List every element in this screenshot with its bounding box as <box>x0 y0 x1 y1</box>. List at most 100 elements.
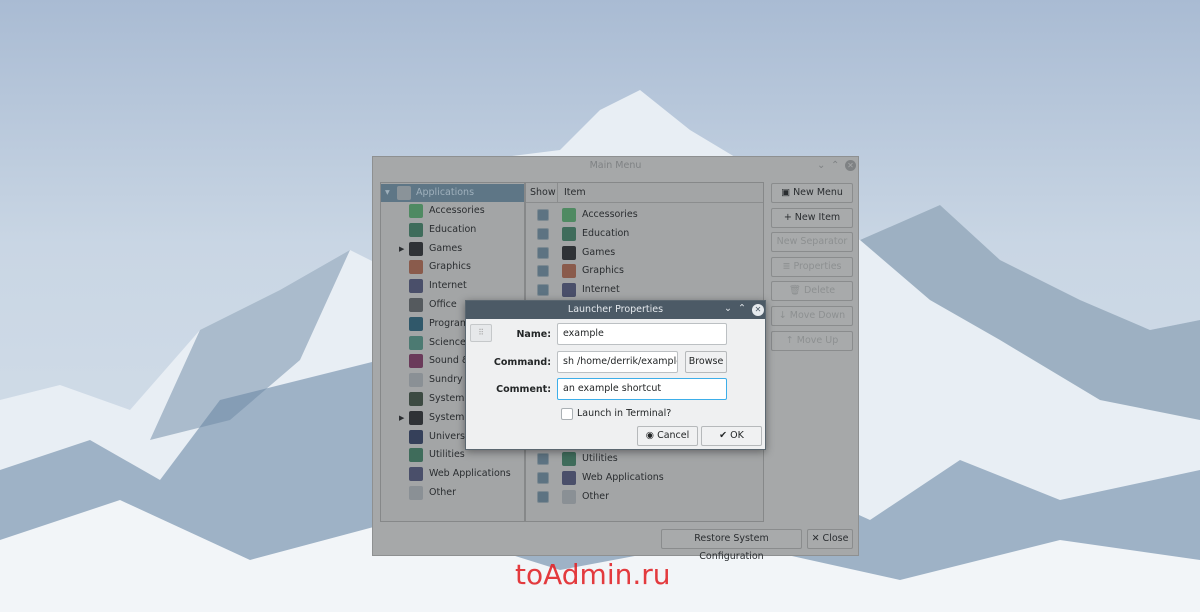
list-item[interactable]: Graphics <box>526 262 763 280</box>
minimize-button[interactable]: ⌄ <box>817 160 825 171</box>
new-menu-button[interactable]: ▣ New Menu <box>771 183 853 203</box>
tree-item[interactable]: Other <box>381 484 524 502</box>
play-icon <box>409 354 423 369</box>
browse-button[interactable]: Browse <box>685 351 727 373</box>
list-item-label: Utilities <box>582 453 618 464</box>
list-item-label: Graphics <box>582 265 624 277</box>
list-item-label: Accessories <box>582 209 638 220</box>
minimize-button[interactable]: ⌄ <box>724 303 732 314</box>
launcher-properties-dialog: Launcher Properties ⌄ ⌃ ✕ ⠿ Name: exampl… <box>465 300 766 450</box>
show-checkbox[interactable] <box>537 471 549 484</box>
category-icon <box>562 264 576 279</box>
tree-item-label: Science <box>429 336 466 348</box>
dialog-title: Launcher Properties <box>466 301 765 319</box>
category-icon <box>562 452 576 466</box>
move-down-button[interactable]: ↓ Move Down <box>771 306 853 326</box>
new-item-button[interactable]: + New Item <box>771 207 853 228</box>
list-item-label: Education <box>582 227 630 239</box>
cog-icon <box>409 410 423 425</box>
close-button[interactable]: ✕ Close <box>807 529 853 549</box>
comment-input[interactable]: an example shortcut <box>557 378 727 400</box>
list-item[interactable]: Other <box>526 488 763 506</box>
list-item[interactable]: Utilities <box>526 450 763 468</box>
close-window-button[interactable]: ✕ <box>845 160 856 171</box>
tree-item-label: Web Applications <box>429 468 511 480</box>
cancel-button[interactable]: ◉ Cancel <box>637 426 698 446</box>
folder-download-icon <box>409 486 423 500</box>
tree-item-label: Applications <box>416 187 475 198</box>
tree-item[interactable]: Internet <box>381 277 524 295</box>
list-item[interactable]: Education <box>526 225 763 243</box>
tree-item[interactable]: Accessories <box>381 202 524 220</box>
atom-icon <box>409 335 423 350</box>
compass-icon <box>409 467 423 482</box>
expand-arrow-icon[interactable]: ▶ <box>399 409 404 427</box>
category-icon <box>562 283 576 298</box>
category-icon <box>562 489 576 504</box>
maximize-button[interactable]: ⌃ <box>831 160 839 171</box>
show-checkbox[interactable] <box>537 265 549 278</box>
tree-item-label: Graphics <box>429 261 471 273</box>
restore-system-configuration-button[interactable]: Restore System Configuration <box>661 529 802 562</box>
compass-icon <box>409 279 423 294</box>
column-item[interactable]: Item <box>557 183 586 203</box>
ok-button[interactable]: ✔ OK <box>701 426 762 446</box>
watermark: toAdmin.ru <box>515 558 671 591</box>
launch-in-terminal-label: Launch in Terminal? <box>577 408 672 419</box>
utilities-icon <box>409 448 423 463</box>
document-icon <box>409 298 423 312</box>
tree-item[interactable]: ▶ Games <box>381 240 524 258</box>
tree-item-applications[interactable]: ▾ Applications <box>381 184 524 202</box>
show-checkbox[interactable] <box>537 227 549 240</box>
show-checkbox[interactable] <box>537 246 549 259</box>
arrow-down-icon: ↓ <box>778 310 790 321</box>
maximize-button[interactable]: ⌃ <box>738 303 746 314</box>
category-icon <box>562 245 576 260</box>
category-icon <box>562 226 576 241</box>
tree-item-label: Sundry <box>429 374 463 386</box>
show-checkbox[interactable] <box>537 209 549 221</box>
gear-circle-icon <box>409 316 423 331</box>
tree-item-label: Office <box>429 299 457 310</box>
close-dialog-button[interactable]: ✕ <box>752 304 764 316</box>
accessories-icon <box>409 204 423 218</box>
tree-item-label: Internet <box>429 280 467 292</box>
list-item[interactable]: Web Applications <box>526 469 763 487</box>
arrow-up-icon: ↑ <box>785 334 797 346</box>
launch-in-terminal-checkbox[interactable] <box>561 408 573 420</box>
name-input[interactable]: example <box>557 323 727 345</box>
window-title: Main Menu <box>589 160 642 171</box>
properties-button[interactable]: ≣ Properties <box>771 256 853 277</box>
tree-item-label: Utilities <box>429 449 465 461</box>
check-icon: ✔ <box>719 430 731 441</box>
category-icon <box>562 208 576 222</box>
column-show[interactable]: Show <box>530 187 556 198</box>
applications-folder-icon <box>397 186 411 200</box>
list-item[interactable]: Accessories <box>526 206 763 224</box>
command-label: Command: <box>493 357 551 368</box>
list-item[interactable]: Games <box>526 244 763 262</box>
show-checkbox[interactable] <box>537 453 549 465</box>
new-separator-button[interactable]: New Separator <box>771 232 853 253</box>
plus-icon: + <box>783 211 795 223</box>
tree-item-label: Other <box>429 487 456 498</box>
trash-icon: 🗑 <box>788 285 804 297</box>
expand-arrow-icon[interactable]: ▶ <box>399 240 404 258</box>
expand-arrow-icon[interactable]: ▾ <box>385 184 390 202</box>
move-up-button[interactable]: ↑ Move Up <box>771 330 853 351</box>
list-item[interactable]: Internet <box>526 281 763 299</box>
tree-item[interactable]: Web Applications <box>381 465 524 483</box>
settings-icon <box>409 392 423 406</box>
show-checkbox[interactable] <box>537 284 549 297</box>
tree-item-label: Education <box>429 223 477 235</box>
list-icon: ≣ <box>782 260 794 272</box>
show-checkbox[interactable] <box>537 490 549 503</box>
tree-item[interactable]: Graphics <box>381 258 524 276</box>
tree-item[interactable]: Education <box>381 221 524 239</box>
tree-item-label: Accessories <box>429 205 485 216</box>
delete-button[interactable]: 🗑 Delete <box>771 281 853 302</box>
command-input[interactable]: sh /home/derrik/example <box>557 351 678 373</box>
gamepad-icon <box>409 241 423 256</box>
category-icon <box>562 470 576 485</box>
tree-item-label: Games <box>429 242 463 254</box>
